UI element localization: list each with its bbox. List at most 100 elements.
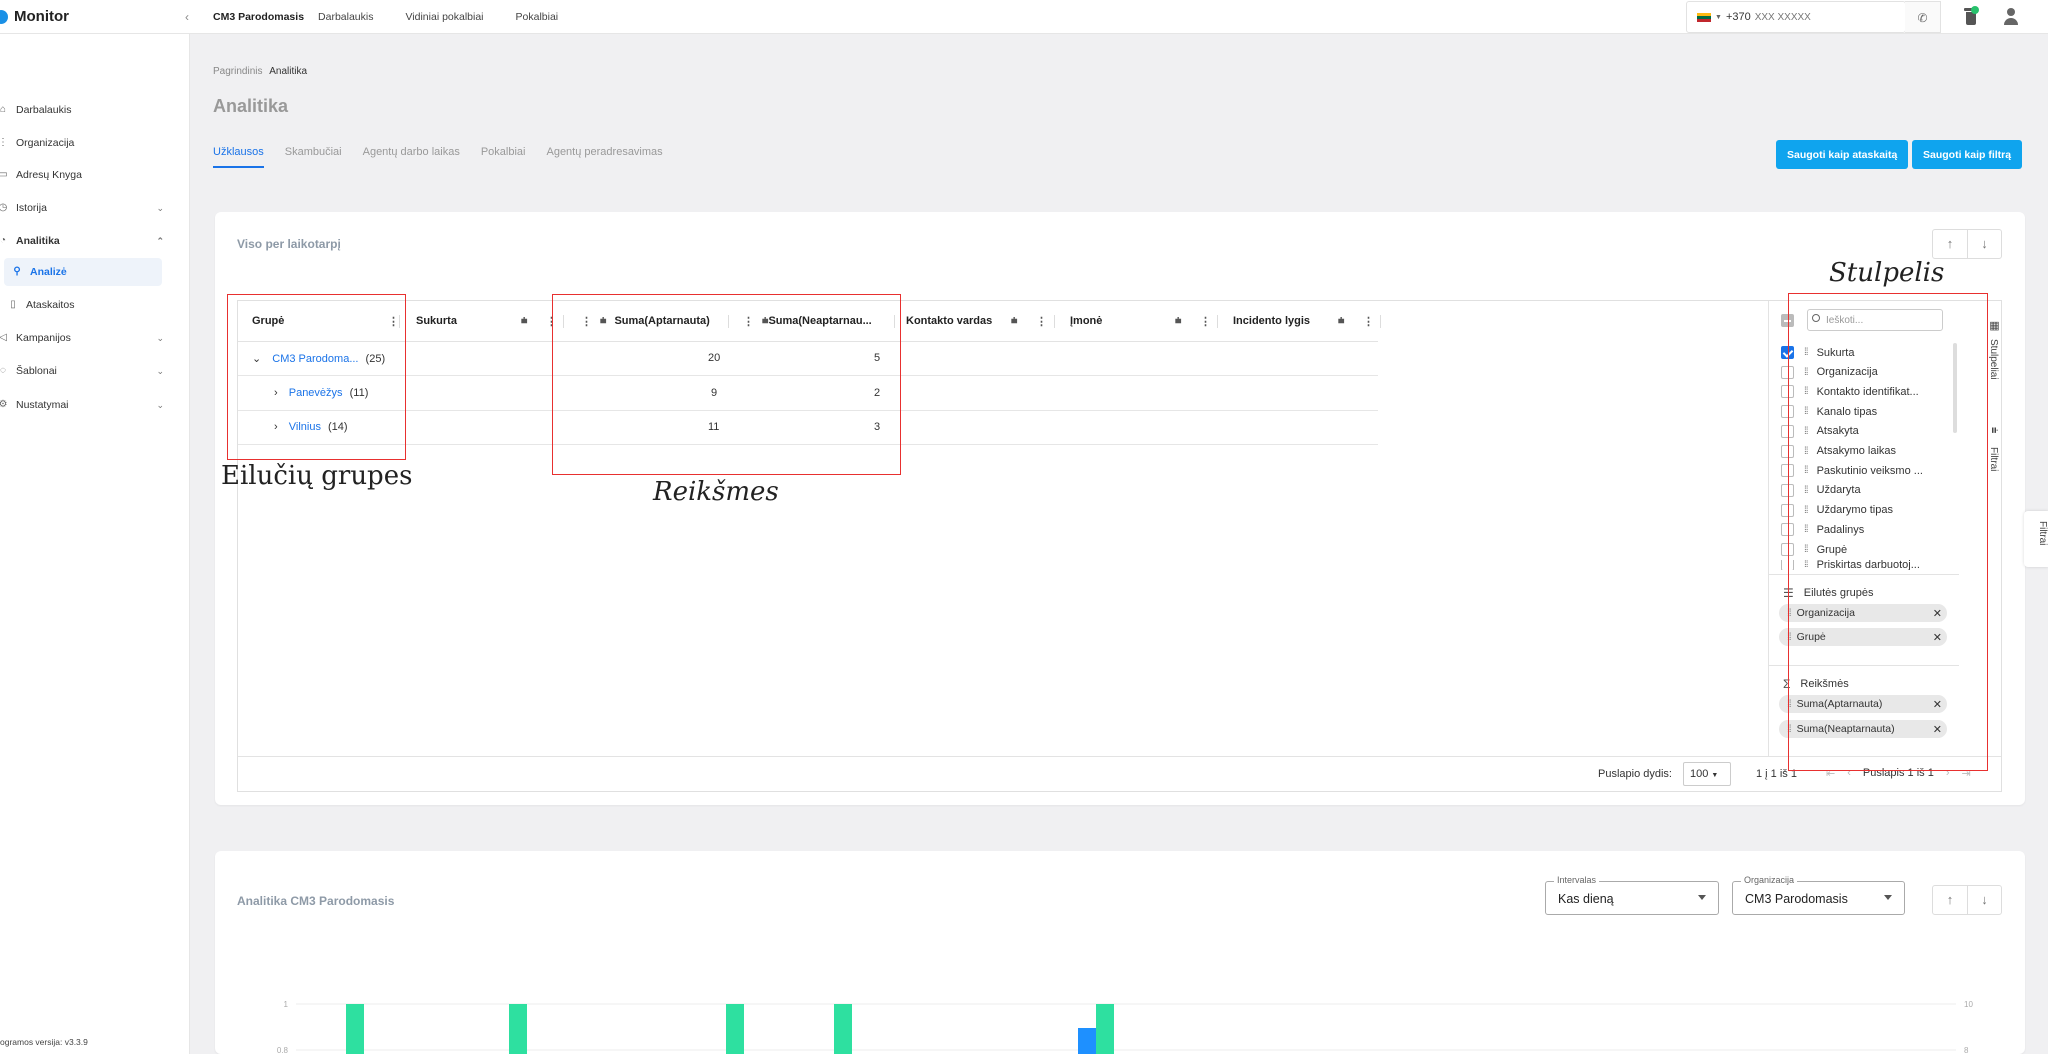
sidebar-item-address-book[interactable]: ▭ Adresų Knyga [0,161,170,189]
tab-calls[interactable]: Skambučiai [285,146,342,168]
page-size-label: Puslapio dydis: [1598,768,1672,780]
tab-columns[interactable]: Stulpeliai [1988,339,1999,380]
column-menu-icon[interactable]: ⋮ [1036,315,1047,328]
chart-bar[interactable] [726,1004,744,1054]
phone-icon: ✆ [1917,11,1928,25]
document-icon: ▯ [10,299,16,310]
y-tick-right: 8 [1964,1046,1969,1054]
sidebar-item-campaigns[interactable]: ◁ Kampanijos ⌄ [0,324,170,352]
breadcrumb-root[interactable]: Pagrindinis [213,66,262,77]
campaign-icon: ◁ [0,332,7,343]
pivot-grid: Grupė ⋮ Sukurta ⩧ ⋮ ⋮ ⩧ Suma(Aptarnauta)… [237,300,2002,792]
sidebar-item-templates[interactable]: ◌ Šablonai ⌄ [0,357,170,385]
chevron-down-icon[interactable]: ▼ [1715,14,1722,21]
filter-icon[interactable]: ⩧ [1175,315,1181,328]
organization-select[interactable]: Organizacija CM3 Parodomasis [1732,875,1905,915]
sidebar-item-organization[interactable]: ⋮ Organizacija [0,129,170,157]
phone-code: +370 [1725,11,1751,23]
filter-icon[interactable]: ⩧ [1338,315,1344,328]
app-logo[interactable]: Monitor [0,8,69,25]
tab-filters[interactable]: Filtrai [1988,447,1999,471]
save-as-report-button[interactable]: Saugoti kaip ataskaitą [1776,140,1909,169]
chevron-down-icon [1884,895,1892,900]
breadcrumb-current: Analitika [269,66,308,77]
chart-bar[interactable] [1096,1004,1114,1054]
select-label: Intervalas [1554,875,1600,885]
lt-flag-icon[interactable] [1697,12,1711,22]
arrow-up-icon[interactable]: ↑ [1933,886,1967,914]
side-tabs: ▦ Stulpeliai ⩧ Filtrai [1988,301,2001,756]
template-icon: ◌ [0,365,6,376]
topnav-dashboard[interactable]: Darbalaukis [318,11,373,23]
chart-bar[interactable] [346,1004,364,1054]
filter-icon[interactable]: ⩧ [1011,315,1017,328]
arrow-down-icon[interactable]: ↓ [1967,230,2001,258]
sidebar-item-label: Kampanijos [16,332,71,344]
tab-requests[interactable]: Užklausos [213,146,264,168]
arrow-down-icon[interactable]: ↓ [1967,886,2001,914]
sidebar-item-settings[interactable]: ⚙ Nustatymai ⌄ [0,391,170,419]
app-version: ogramos versija: v3.3.9 [0,1037,88,1047]
sidebar-item-reports[interactable]: ▯ Ataskaitos [0,291,170,319]
y-tick-right: 10 [1964,1000,1973,1009]
org-icon: ⋮ [0,137,8,148]
sidebar-item-analytics[interactable]: ◔ Analitika ⌃ [0,227,170,255]
columns-icon[interactable]: ▦ [1988,319,2001,332]
chevron-down-icon: ⌄ [156,366,164,376]
filter-icon[interactable]: ⩧ [1988,427,2000,433]
save-as-filter-button[interactable]: Saugoti kaip filtrą [1912,140,2023,169]
y-tick-left: 0.8 [277,1046,289,1054]
page-title: Analitika [213,96,289,116]
interval-select[interactable]: Intervalas Kas dieną [1545,875,1719,915]
arrow-up-icon[interactable]: ↑ [1933,230,1967,258]
tab-agent-transfers[interactable]: Agentų peradresavimas [546,146,662,168]
select-label: Organizacija [1741,875,1798,885]
sidebar-item-dashboard[interactable]: ⌂ Darbalaukis [0,96,170,124]
chart-bar[interactable] [509,1004,527,1054]
breadcrumb: Pagrindinis Analitika [213,66,307,77]
sidebar-item-label: Analitika [16,235,60,247]
column-header-created[interactable]: Sukurta ⩧ ⋮ [416,301,566,341]
logo-mark-icon [0,9,8,24]
topnav-internal-chats[interactable]: Vidiniai pokalbiai [405,11,483,23]
tab-chats[interactable]: Pokalbiai [481,146,526,168]
user-icon[interactable] [2003,8,2019,26]
phone-dial-field: ▼ +370 [1686,1,1906,33]
phone-number-input[interactable] [1754,11,1875,23]
select-value: CM3 Parodomasis [1745,892,1848,906]
chart-bar[interactable] [834,1004,852,1054]
column-header-incident-level[interactable]: Incidento lygis ⩧ ⋮ [1233,301,1383,341]
chevron-down-icon: ⌄ [156,333,164,343]
top-bar: Monitor ‹ CM3 Parodomasis Darbalaukis Vi… [0,0,2048,34]
sidebar-item-label: Šablonai [16,365,57,377]
page-size-select[interactable]: 100 ▼ [1683,762,1731,786]
chart-bar[interactable] [1078,1028,1096,1054]
topnav-chats[interactable]: Pokalbiai [516,11,559,23]
column-header-contact-name[interactable]: Kontakto vardas ⩧ ⋮ [906,301,1056,341]
tab-bar: Užklausos Skambučiai Agentų darbo laikas… [213,146,684,168]
home-icon: ⌂ [0,104,7,115]
sidebar-item-label: Ataskaitos [26,299,75,311]
gear-icon: ⚙ [0,399,8,410]
sidebar-item-label: Organizacija [16,137,75,149]
chevron-down-icon: ⌄ [156,203,164,213]
sidebar-item-label: Adresų Knyga [16,169,82,181]
topnav-org[interactable]: CM3 Parodomasis [213,11,304,23]
app-name: Monitor [14,8,69,25]
filters-edge-tab[interactable]: Filtrai [2024,511,2048,567]
chevron-down-icon [1698,895,1706,900]
filter-icon[interactable]: ⩧ [521,315,527,328]
call-button[interactable]: ✆ [1905,1,1941,33]
column-header-company[interactable]: Įmonė ⩧ ⋮ [1070,301,1220,341]
collapse-sidebar-button[interactable]: ‹ [178,8,196,26]
daily-chart: 1 0.8 10 8 [277,1000,1973,1054]
annotation-box-row-groups [227,294,406,460]
annotation-row-groups: Eilučių grupes [221,461,413,491]
book-icon: ▭ [0,169,8,180]
sidebar-item-history[interactable]: ◷ Istorija ⌄ [0,194,170,222]
column-menu-icon[interactable]: ⋮ [1363,315,1374,328]
column-menu-icon[interactable]: ⋮ [1200,315,1211,328]
grid-footer: Puslapio dydis: 100 ▼ 1 į 1 iš 1 ⇤ ‹ Pus… [238,756,2001,792]
sidebar-item-analysis[interactable]: ⚲ Analizė [4,258,162,286]
tab-agent-work-time[interactable]: Agentų darbo laikas [363,146,460,168]
